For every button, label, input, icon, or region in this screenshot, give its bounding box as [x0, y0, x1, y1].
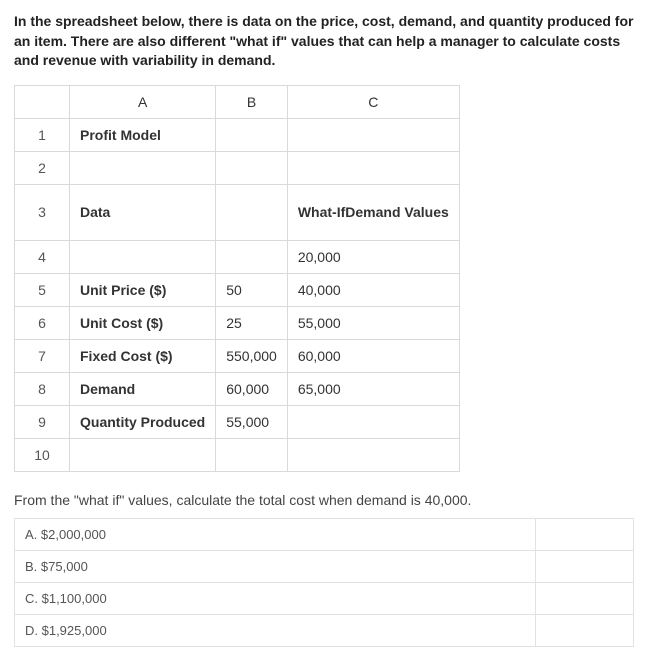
option-d[interactable]: D. $1,925,000 — [15, 614, 536, 646]
cell-a7: Fixed Cost ($) — [70, 339, 216, 372]
cell-a9: Quantity Produced — [70, 405, 216, 438]
option-c[interactable]: C. $1,100,000 — [15, 582, 536, 614]
cell-b10 — [216, 438, 288, 471]
row-header: 6 — [15, 306, 70, 339]
cell-c10 — [287, 438, 459, 471]
cell-c3: What-IfDemand Values — [287, 184, 459, 240]
option-d-extra — [536, 614, 634, 646]
cell-b5: 50 — [216, 273, 288, 306]
cell-a10 — [70, 438, 216, 471]
row-header: 7 — [15, 339, 70, 372]
cell-a2 — [70, 151, 216, 184]
row-header: 5 — [15, 273, 70, 306]
row-header: 10 — [15, 438, 70, 471]
cell-b4 — [216, 240, 288, 273]
question-text: From the "what if" values, calculate the… — [14, 492, 642, 508]
row-header: 9 — [15, 405, 70, 438]
cell-a6: Unit Cost ($) — [70, 306, 216, 339]
cell-c2 — [287, 151, 459, 184]
row-header: 2 — [15, 151, 70, 184]
option-a-extra — [536, 518, 634, 550]
row-header: 8 — [15, 372, 70, 405]
cell-c7: 60,000 — [287, 339, 459, 372]
cell-c8: 65,000 — [287, 372, 459, 405]
cell-b8: 60,000 — [216, 372, 288, 405]
spreadsheet-table: A B C 1 Profit Model 2 3 Data What-IfDem… — [14, 85, 460, 472]
cell-c6: 55,000 — [287, 306, 459, 339]
row-header: 3 — [15, 184, 70, 240]
cell-c1 — [287, 118, 459, 151]
cell-b6: 25 — [216, 306, 288, 339]
cell-b9: 55,000 — [216, 405, 288, 438]
col-header-c: C — [287, 85, 459, 118]
cell-c9 — [287, 405, 459, 438]
corner-cell — [15, 85, 70, 118]
cell-a3: Data — [70, 184, 216, 240]
cell-a8: Demand — [70, 372, 216, 405]
answer-options: A. $2,000,000 B. $75,000 C. $1,100,000 D… — [14, 518, 634, 647]
col-header-b: B — [216, 85, 288, 118]
option-a[interactable]: A. $2,000,000 — [15, 518, 536, 550]
cell-b3 — [216, 184, 288, 240]
cell-a1: Profit Model — [70, 118, 216, 151]
cell-a4 — [70, 240, 216, 273]
option-b[interactable]: B. $75,000 — [15, 550, 536, 582]
row-header: 1 — [15, 118, 70, 151]
cell-a5: Unit Price ($) — [70, 273, 216, 306]
cell-b7: 550,000 — [216, 339, 288, 372]
cell-c4: 20,000 — [287, 240, 459, 273]
intro-text: In the spreadsheet below, there is data … — [14, 12, 642, 71]
option-c-extra — [536, 582, 634, 614]
cell-b2 — [216, 151, 288, 184]
col-header-a: A — [70, 85, 216, 118]
row-header: 4 — [15, 240, 70, 273]
cell-b1 — [216, 118, 288, 151]
option-b-extra — [536, 550, 634, 582]
cell-c5: 40,000 — [287, 273, 459, 306]
